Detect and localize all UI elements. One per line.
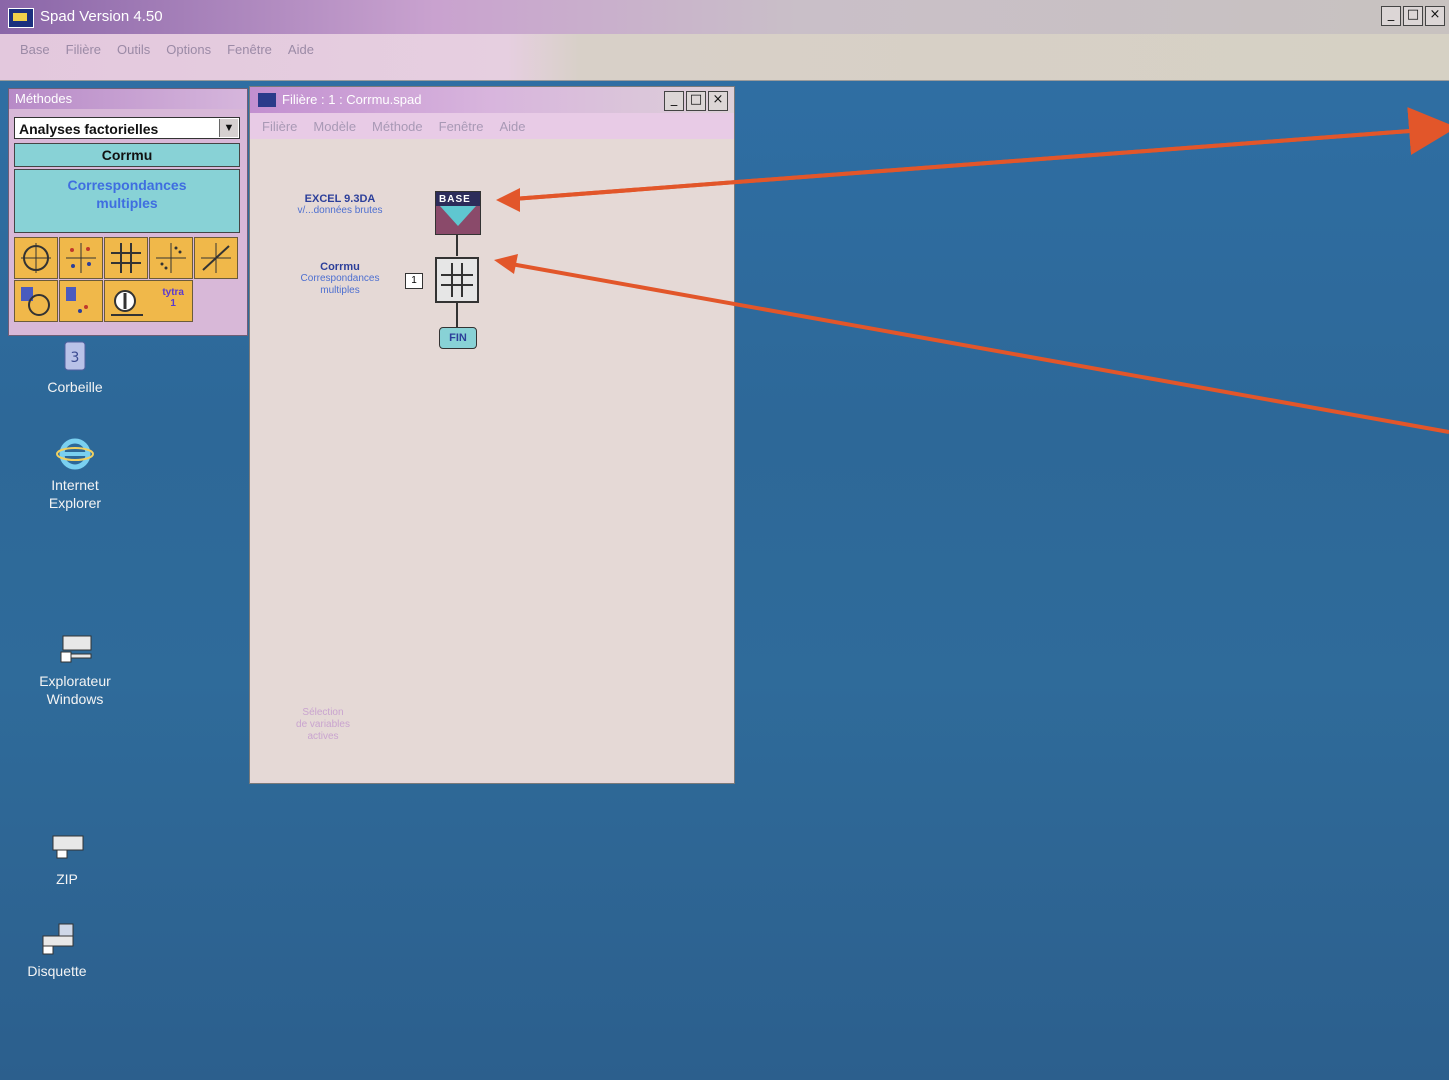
toolbox-title: Méthodes [9,89,247,109]
window-controls: _ □ × [1381,6,1445,26]
cluster-icon [21,287,50,316]
recycle-bin-icon: 3 [64,341,86,371]
fin-node[interactable]: FIN [439,327,477,349]
method-node-subtitle-line2: multiples [320,285,360,296]
chevron-down-icon[interactable]: ▼ [219,119,238,137]
ghost-text-line1: Sélection [302,707,344,718]
tool-cluster[interactable] [14,280,58,322]
grid-hash-icon [111,243,141,273]
menu-filiere[interactable]: Filière [66,42,101,57]
tool-regression[interactable] [194,237,238,279]
menu-fenetre[interactable]: Fenêtre [227,42,272,57]
base-node-label: EXCEL 9.3DA v/...données brutes [270,193,410,217]
tool-table[interactable] [59,280,103,322]
desktop-icon-label-line2: Explorer [48,495,102,511]
filiere-titlebar: Filière : 1 : Corrmu.spad _ □ × [250,87,734,113]
menu-aide[interactable]: Aide [288,42,314,57]
filiere-window: Filière : 1 : Corrmu.spad _ □ × Filière … [249,86,735,784]
category-value: Analyses factorielles [19,121,159,137]
tool-tytra[interactable]: tytra 1 [104,280,193,322]
svg-text:3: 3 [71,350,80,366]
tool-tytra-label: tytra 1 [162,287,184,309]
filiere-menu-fenetre[interactable]: Fenêtre [439,119,484,134]
filiere-icon [258,93,276,107]
desktop-icon-label-line1: Internet [51,477,99,493]
method-label-line2: multiples [96,195,158,211]
connector-line [456,303,458,327]
method-node-title: Corrmu [320,261,360,273]
filiere-menubar: Filière Modèle Méthode Fenêtre Aide [250,113,734,139]
tool-grid[interactable] [104,237,148,279]
floppy-drive-icon [42,923,74,955]
tool-factorial-plot[interactable] [14,237,58,279]
desktop-icon-recycle-bin[interactable]: 3 Corbeille [20,338,130,396]
table-grid-icon [66,287,88,313]
desktop-icon-label-line2: Windows [46,691,104,707]
maximize-button[interactable]: □ [1403,6,1423,26]
desktop-icon-internet-explorer[interactable]: Internet Explorer [20,436,130,512]
desktop-icon-explorer[interactable]: Explorateur Windows [20,632,130,708]
method-node-label: Corrmu Correspondances multiples [270,261,410,297]
filiere-menu-filiere[interactable]: Filière [262,119,297,134]
method-node[interactable] [435,257,479,303]
menu-outils[interactable]: Outils [117,42,150,57]
close-button[interactable]: × [1425,6,1445,26]
base-node-title: EXCEL 9.3DA [304,193,376,205]
dots-axes-icon [156,243,186,273]
desktop-icon-zip[interactable]: ZIP [12,830,122,888]
ghost-text: Sélection de variables actives [278,707,368,743]
base-node-subtitle: v/...données brutes [297,205,383,216]
tool-tytra-label-line2: 1 [170,298,176,309]
filiere-menu-modele[interactable]: Modèle [313,119,356,134]
regression-line-icon [201,243,231,273]
method-group[interactable]: Corrmu [14,143,240,167]
filiere-menu-methode[interactable]: Méthode [372,119,423,134]
app-icon [8,8,34,28]
method-label-line1: Correspondances [67,177,187,193]
lens-icon [111,290,143,316]
desktop-icon-floppy[interactable]: Disquette [2,922,112,980]
step-number: 1 [405,273,423,289]
menu-options[interactable]: Options [166,42,211,57]
method-item-selected[interactable]: Correspondances multiples [14,169,240,233]
filiere-maximize-button[interactable]: □ [686,91,706,111]
grid-hash-icon [441,263,473,297]
filiere-minimize-button[interactable]: _ [664,91,684,111]
menu-base[interactable]: Base [20,42,50,57]
filiere-window-controls: _ □ × [664,91,728,111]
base-node[interactable]: BASE [435,191,481,235]
windows-explorer-icon [60,635,92,663]
method-tools: tytra 1 [14,237,240,322]
ghost-text-line3: actives [307,731,339,742]
desktop-icon-label: ZIP [56,871,78,887]
tool-tytra-label-line1: tytra [162,287,184,298]
filiere-canvas: EXCEL 9.3DA v/...données brutes BASE Cor… [250,139,734,781]
desktop-icon-label: Corbeille [47,379,103,395]
filiere-close-button[interactable]: × [708,91,728,111]
filiere-title: Filière : 1 : Corrmu.spad [282,92,422,107]
minimize-button[interactable]: _ [1381,6,1401,26]
app-menubar: Base Filière Outils Options Fenêtre Aide [0,34,1449,81]
zip-drive-icon [52,835,84,859]
app-title: Spad Version 4.50 [40,8,163,25]
tool-scatter[interactable] [59,237,103,279]
desktop-icon-label-line1: Explorateur [39,673,111,689]
methods-toolbox: Méthodes Analyses factorielles ▼ Corrmu … [8,88,248,336]
internet-explorer-icon [56,438,94,470]
method-node-subtitle-line1: Correspondances [300,273,380,284]
category-select[interactable]: Analyses factorielles ▼ [14,117,240,139]
crosshair-circle-icon [21,243,51,273]
ghost-text-line2: de variables [296,719,350,730]
scatter-axes-icon [66,243,96,273]
tool-dots[interactable] [149,237,193,279]
filiere-menu-aide[interactable]: Aide [499,119,525,134]
desktop-icon-label: Disquette [27,963,87,979]
app-titlebar: Spad Version 4.50 _ □ × [0,0,1449,34]
base-node-icon-label: BASE [439,194,471,205]
connector-line [456,234,458,256]
